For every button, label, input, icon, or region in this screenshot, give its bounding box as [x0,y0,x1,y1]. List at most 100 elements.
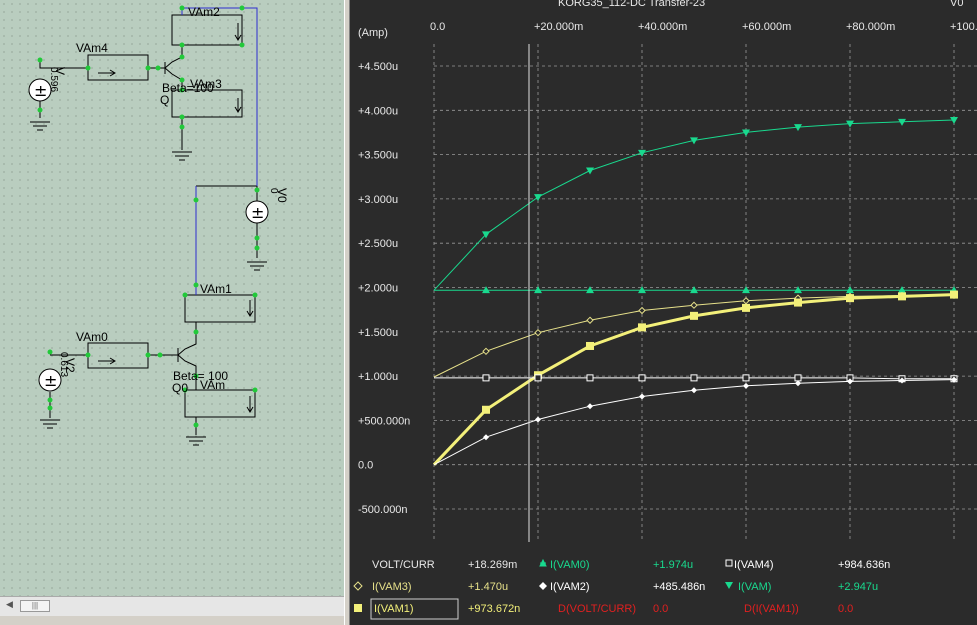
legend-marker-vam0 [539,558,547,567]
legend-value-vam3: +1.470u [468,581,508,593]
label-v-value: 0.596 [48,67,59,92]
ammeter-vam[interactable] [184,389,256,418]
label-vam4: VAm4 [76,41,108,55]
legend-diff-value-2: 0.0 [838,603,853,615]
y-tick-label: +4.000u [358,105,398,117]
legend-value-vam4: +984.636n [838,559,890,571]
waveform-viewer[interactable]: KORG35_112-DC Transfer-23 V0 (Amp) +4.50… [350,0,977,625]
plot-svg[interactable]: KORG35_112-DC Transfer-23 V0 (Amp) +4.50… [350,0,977,625]
legend-cursor-x: +18.269m [468,559,517,571]
legend-marker-vam [725,582,733,589]
horizontal-scrollbar[interactable]: ◀ ||| [0,596,344,616]
x-tick-label: +20.000m [534,21,583,33]
y-tick-label: +3.500u [358,150,398,162]
svg-text:±: ± [251,203,264,222]
y-tick-label: +4.500u [358,61,398,73]
legend-diff-name-1: D(VOLT/CURR) [558,603,636,615]
voltage-source-v[interactable]: ± [28,78,52,102]
legend-value-vam0: +1.974u [653,559,693,571]
y-tick-label: +500.000n [358,415,410,427]
point-ivam1 [898,292,906,301]
point-ivam0 [690,286,698,294]
point-ivam4 [638,374,646,382]
ammeter-vam1[interactable] [184,294,256,323]
point-ivam2 [743,382,749,389]
plot-title: KORG35_112-DC Transfer-23 [558,0,705,9]
legend-value-vam: +2.947u [838,581,878,593]
x-tick-label: +100.000m [950,21,977,33]
status-strip [0,616,344,625]
grid [433,44,977,542]
label-vam2: VAm2 [188,5,220,19]
point-ivam2 [483,434,489,441]
x-tick-label: 0.0 [430,21,445,33]
legend-value-vam1: +973.672n [468,603,520,615]
y-tick-label: +2.000u [358,283,398,295]
label-q: Q [160,93,169,107]
point-ivam3 [534,328,542,337]
point-ivam3 [742,297,750,305]
x-tick-label: +40.000m [638,21,687,33]
y-tick-label: -500.000n [358,504,408,516]
point-ivam1 [950,290,958,299]
point-ivam4 [742,374,750,382]
label-v0-value: 0 [268,188,279,194]
label-vam0: VAm0 [76,330,108,344]
legend-marker-vam3 [353,581,363,591]
legend-name-vam1[interactable]: I(VAM1) [374,603,414,615]
legend-value-vam2: +485.486n [653,581,705,593]
legend-name-vam2[interactable]: I(VAM2) [550,581,590,593]
point-ivam3 [482,347,490,355]
point-ivam [534,194,542,202]
series-line-ivam[interactable] [433,119,955,291]
point-ivam1 [638,323,646,332]
scrollbar-thumb[interactable]: ||| [20,600,50,612]
point-ivam4 [482,374,490,382]
legend-marker-vam2 [539,582,547,590]
schematic-drawing[interactable]: ± ± ± VAm2 VAm4 VAm3 Beta=100 Q VAm1 VAm… [0,0,344,596]
legend-name-vam4[interactable]: I(VAM4) [734,559,774,571]
x-tick-label: +60.000m [742,21,791,33]
point-ivam3 [586,316,594,324]
y-tick-label: 0.0 [358,460,373,472]
point-ivam1 [586,341,594,350]
point-ivam4 [534,374,542,382]
point-ivam2 [587,403,593,410]
label-beta-q: Beta=100 [162,81,214,95]
legend-marker-vam4 [725,559,733,567]
point-ivam2 [691,387,697,394]
point-ivam0 [846,286,854,294]
scroll-left-icon[interactable]: ◀ [6,600,13,610]
legend-name-vam0[interactable]: I(VAM0) [550,559,590,571]
ammeter-vam4[interactable] [87,54,149,81]
y-tick-label: +1.000u [358,371,398,383]
voltage-source-v2[interactable]: ± [38,368,62,392]
point-ivam2 [639,393,645,400]
point-ivam2 [535,416,541,423]
point-ivam1 [846,294,854,303]
point-ivam [586,167,594,175]
point-ivam1 [794,298,802,307]
y-tick-label: +1.500u [358,327,398,339]
legend-name-vam3[interactable]: I(VAM3) [372,581,412,593]
schematic-canvas[interactable]: ± ± ± VAm2 VAm4 VAm3 Beta=100 Q VAm1 VAm… [0,0,345,596]
voltage-source-v0[interactable]: ± [245,200,269,224]
point-ivam1 [742,303,750,312]
point-ivam0 [534,286,542,294]
label-v2-value: 0.613 [58,352,69,377]
legend-diff-value-1: 0.0 [653,603,668,615]
label-vam: VAm [200,378,225,392]
point-ivam3 [638,306,646,315]
legend-diff-name-2: D(I(VAM1)) [744,603,799,615]
y-tick-label: +3.000u [358,194,398,206]
svg-text:±: ± [34,81,47,100]
ammeter-vam0[interactable] [87,342,149,369]
point-ivam3 [690,301,698,309]
ammeter-vam2[interactable] [171,14,243,46]
point-ivam4 [690,374,698,382]
point-ivam1 [482,405,490,414]
legend-cursor-label: VOLT/CURR [372,559,435,571]
x-tick-label: +80.000m [846,21,895,33]
svg-text:±: ± [44,371,57,390]
legend-name-vam[interactable]: I(VAM) [738,581,771,593]
